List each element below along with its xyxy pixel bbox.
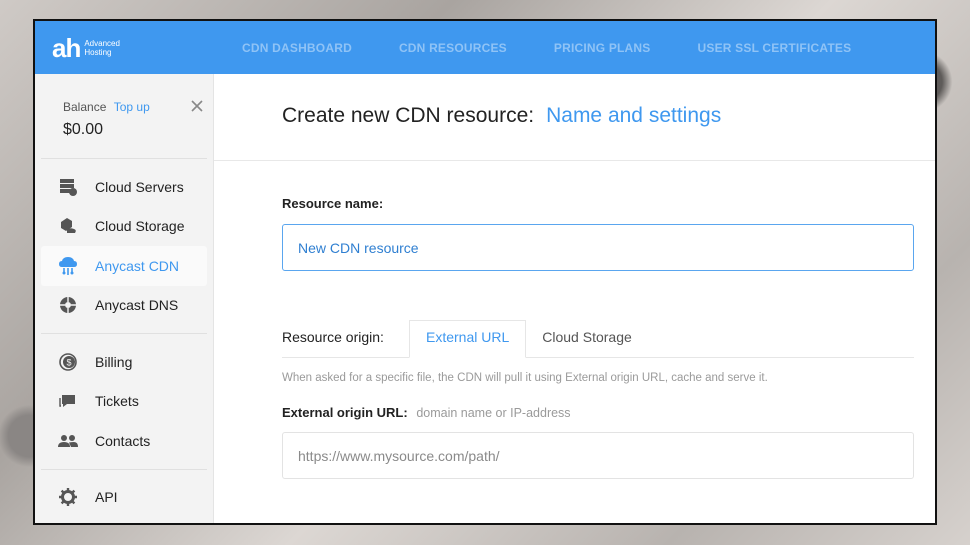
resource-origin-row: Resource origin: External URL Cloud Stor… (282, 319, 914, 358)
storage-icon (57, 215, 79, 237)
main-content: Create new CDN resource: Name and setting… (214, 74, 935, 523)
app-window: ah Advanced Hosting CDN DASHBOARD CDN RE… (33, 19, 937, 525)
sidebar-item-cloud-servers[interactable]: Cloud Servers (41, 167, 207, 207)
external-url-hint: domain name or IP-address (416, 406, 571, 420)
brand-logo[interactable]: ah Advanced Hosting (52, 35, 242, 61)
top-navbar: ah Advanced Hosting CDN DASHBOARD CDN RE… (35, 21, 935, 74)
sidebar-item-api[interactable]: API (41, 478, 207, 518)
sidebar-item-label: Billing (95, 353, 133, 370)
top-up-link[interactable]: Top up (114, 100, 150, 114)
sidebar-item-cloud-storage[interactable]: Cloud Storage (41, 207, 207, 247)
sidebar-item-label: Contacts (95, 432, 151, 449)
nav-pricing-plans[interactable]: PRICING PLANS (554, 41, 651, 55)
page-title: Create new CDN resource: (282, 104, 535, 127)
close-icon[interactable] (189, 98, 205, 114)
tab-cloud-storage[interactable]: Cloud Storage (526, 319, 648, 357)
resource-name-label: Resource name: (282, 196, 384, 211)
resource-form: Resource name: Resource origin: External… (214, 161, 935, 479)
logo-text-line1: Advanced (84, 38, 120, 48)
svg-text:$: $ (66, 357, 71, 367)
sidebar-item-label: Cloud Servers (95, 178, 184, 195)
sidebar-item-label: Cloud Storage (95, 218, 185, 235)
tickets-icon (57, 390, 79, 412)
page-header: Create new CDN resource: Name and setting… (214, 74, 935, 161)
sidebar-item-label: Tickets (95, 393, 139, 410)
balance-amount: $0.00 (63, 121, 104, 138)
sidebar: Balance Top up $0.00 Cloud Servers Cloud… (35, 74, 214, 524)
sidebar-item-label: API (95, 489, 118, 506)
external-url-label: External origin URL: (282, 405, 408, 420)
contacts-icon (57, 430, 79, 452)
billing-icon: $ (57, 351, 79, 373)
server-icon (57, 176, 79, 198)
menu-group-account: $ Billing Tickets Contacts (41, 334, 207, 470)
sidebar-item-tickets[interactable]: Tickets (41, 382, 207, 422)
menu-group-services: Cloud Servers Cloud Storage Anycast CDN … (41, 159, 207, 334)
nav-cdn-resources[interactable]: CDN RESOURCES (399, 41, 507, 55)
sidebar-item-anycast-cdn[interactable]: Anycast CDN (41, 246, 207, 286)
resource-name-input[interactable] (282, 224, 914, 271)
origin-hint-text: When asked for a specific file, the CDN … (282, 372, 768, 384)
sidebar-item-anycast-dns[interactable]: Anycast DNS (41, 286, 207, 326)
gear-icon (57, 486, 79, 508)
external-url-label-row: External origin URL: domain name or IP-a… (282, 405, 915, 420)
external-url-input[interactable] (282, 432, 914, 479)
resource-origin-label: Resource origin: (282, 329, 384, 345)
tab-external-url[interactable]: External URL (409, 320, 527, 358)
sidebar-item-label: Anycast CDN (95, 257, 180, 274)
sidebar-item-contacts[interactable]: Contacts (41, 421, 207, 461)
dns-icon (57, 294, 79, 316)
logo-mark: ah (52, 32, 81, 63)
balance-label: Balance (63, 100, 107, 114)
logo-text-line2: Hosting (84, 47, 112, 57)
nav-cdn-dashboard[interactable]: CDN DASHBOARD (242, 41, 352, 55)
main-nav: CDN DASHBOARD CDN RESOURCES PRICING PLAN… (242, 41, 898, 55)
sidebar-item-label: Anycast DNS (95, 297, 179, 314)
page-step-title: Name and settings (546, 104, 722, 127)
logo-text: Advanced Hosting (84, 39, 120, 57)
nav-user-ssl-certificates[interactable]: USER SSL CERTIFICATES (698, 41, 852, 55)
balance-panel: Balance Top up $0.00 (41, 74, 207, 159)
menu-group-dev: API (41, 470, 207, 524)
sidebar-item-billing[interactable]: $ Billing (41, 342, 207, 382)
cdn-cloud-icon (57, 255, 79, 277)
